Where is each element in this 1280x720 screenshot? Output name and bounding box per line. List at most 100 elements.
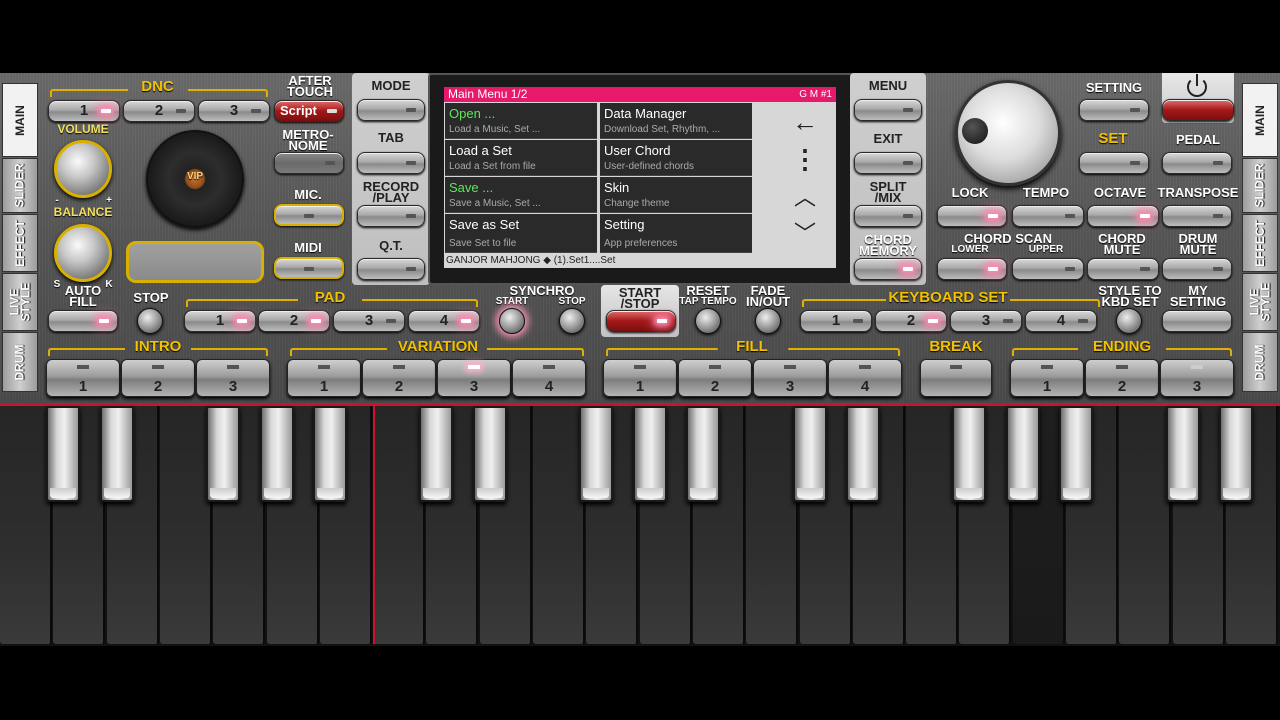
- chord-scan-lower-button[interactable]: [937, 258, 1007, 280]
- white-key[interactable]: [0, 406, 52, 644]
- black-key[interactable]: [419, 406, 453, 502]
- menu-item-open[interactable]: Open ... Load a Music, Set ...: [445, 103, 597, 139]
- exit-button[interactable]: [854, 152, 922, 174]
- style-to-kbd-set-knob[interactable]: [1116, 308, 1142, 334]
- stop-knob[interactable]: [137, 308, 163, 334]
- intro-button-2[interactable]: 2: [121, 359, 195, 397]
- chord-scan-upper-button[interactable]: [1012, 258, 1084, 280]
- lock-button[interactable]: [937, 205, 1007, 227]
- ending-button-1[interactable]: 1: [1010, 359, 1084, 397]
- black-key[interactable]: [1219, 406, 1253, 502]
- side-tab-live-style-left[interactable]: LIVE STYLE: [2, 273, 38, 331]
- keyboard-set-button-2[interactable]: 2: [875, 310, 947, 332]
- ending-button-2[interactable]: 2: [1085, 359, 1159, 397]
- black-key[interactable]: [579, 406, 613, 502]
- drum-mute-button[interactable]: [1162, 258, 1232, 280]
- white-key[interactable]: [160, 406, 212, 644]
- black-key[interactable]: [206, 406, 240, 502]
- variation-button-2[interactable]: 2: [362, 359, 436, 397]
- volume-knob[interactable]: [54, 140, 112, 198]
- white-key[interactable]: [906, 406, 958, 644]
- touch-pad-display[interactable]: [126, 241, 264, 283]
- dnc-button-1[interactable]: 1: [48, 100, 120, 122]
- keyboard-set-button-1[interactable]: 1: [800, 310, 872, 332]
- fill-button-3[interactable]: 3: [753, 359, 827, 397]
- midi-button[interactable]: [274, 257, 344, 279]
- keyboard-set-button-4[interactable]: 4: [1025, 310, 1097, 332]
- menu-item-save[interactable]: Save ... Save a Music, Set ...: [445, 177, 597, 213]
- dnc-button-3[interactable]: 3: [198, 100, 270, 122]
- black-key[interactable]: [473, 406, 507, 502]
- fill-button-2[interactable]: 2: [678, 359, 752, 397]
- ending-button-3[interactable]: 3: [1160, 359, 1234, 397]
- menu-button[interactable]: [854, 99, 922, 121]
- reset-knob[interactable]: [695, 308, 721, 334]
- split-mix-button[interactable]: [854, 205, 922, 227]
- intro-button-1[interactable]: 1: [46, 359, 120, 397]
- setting-button[interactable]: [1079, 99, 1149, 121]
- menu-item-load-set[interactable]: Load a Set Load a Set from file: [445, 140, 597, 176]
- white-key[interactable]: [746, 406, 798, 644]
- break-button[interactable]: [920, 359, 992, 397]
- after-touch-script-button[interactable]: Script: [274, 100, 344, 122]
- mic-button[interactable]: [274, 204, 344, 226]
- intro-button-3[interactable]: 3: [196, 359, 270, 397]
- variation-button-4[interactable]: 4: [512, 359, 586, 397]
- black-key[interactable]: [1166, 406, 1200, 502]
- fill-button-4[interactable]: 4: [828, 359, 902, 397]
- pad-button-2[interactable]: 2: [258, 310, 330, 332]
- black-key[interactable]: [633, 406, 667, 502]
- transpose-button[interactable]: [1162, 205, 1232, 227]
- variation-button-3[interactable]: 3: [437, 359, 511, 397]
- set-button[interactable]: [1079, 152, 1149, 174]
- tab-button[interactable]: [357, 152, 425, 174]
- white-key[interactable]: [373, 406, 425, 644]
- menu-item-save-as-set[interactable]: Save as Set Save Set to file: [445, 214, 597, 253]
- chevron-down-icon[interactable]: ﹀: [785, 217, 825, 251]
- pedal-button[interactable]: [1162, 152, 1232, 174]
- fade-knob[interactable]: [755, 308, 781, 334]
- side-tab-drum-right[interactable]: DRUM: [1242, 332, 1278, 392]
- piano-keyboard[interactable]: [0, 406, 1280, 646]
- black-key[interactable]: [686, 406, 720, 502]
- pad-button-1[interactable]: 1: [184, 310, 256, 332]
- record-play-button[interactable]: [357, 205, 425, 227]
- synchro-stop-knob[interactable]: [559, 308, 585, 334]
- metronome-button[interactable]: [274, 152, 344, 174]
- menu-item-skin[interactable]: Skin Change theme: [600, 177, 752, 213]
- black-key[interactable]: [260, 406, 294, 502]
- side-tab-slider-left[interactable]: SLIDER: [2, 158, 38, 213]
- side-tab-live-style-right[interactable]: LIVE STYLE: [1242, 273, 1278, 331]
- fill-button-1[interactable]: 1: [603, 359, 677, 397]
- keyboard-set-button-3[interactable]: 3: [950, 310, 1022, 332]
- side-tab-effect-right[interactable]: EFFECT: [1242, 214, 1278, 272]
- dnc-button-2[interactable]: 2: [123, 100, 195, 122]
- chord-memory-button[interactable]: [854, 258, 922, 280]
- tempo-button[interactable]: [1012, 205, 1084, 227]
- mode-button[interactable]: [357, 99, 425, 121]
- balance-knob[interactable]: [54, 224, 112, 282]
- white-key[interactable]: [1119, 406, 1171, 644]
- my-setting-button[interactable]: [1162, 310, 1232, 332]
- power-button[interactable]: [1162, 99, 1234, 121]
- side-tab-drum-left[interactable]: DRUM: [2, 332, 38, 392]
- side-tab-effect-left[interactable]: EFFECT: [2, 214, 38, 272]
- synchro-start-knob[interactable]: [499, 308, 525, 334]
- pad-button-3[interactable]: 3: [333, 310, 405, 332]
- chevron-up-icon[interactable]: ︿: [785, 181, 825, 215]
- octave-button[interactable]: [1087, 205, 1159, 227]
- qt-button[interactable]: [357, 258, 425, 280]
- black-key[interactable]: [793, 406, 827, 502]
- black-key[interactable]: [313, 406, 347, 502]
- side-tab-main-left[interactable]: MAIN: [2, 83, 38, 157]
- more-vertical-icon[interactable]: ⋮: [785, 142, 825, 176]
- black-key[interactable]: [46, 406, 80, 502]
- black-key[interactable]: [1006, 406, 1040, 502]
- side-tab-main-right[interactable]: MAIN: [1242, 83, 1278, 157]
- black-key[interactable]: [952, 406, 986, 502]
- menu-item-data-manager[interactable]: Data Manager Download Set, Rhythm, ...: [600, 103, 752, 139]
- black-key[interactable]: [846, 406, 880, 502]
- auto-fill-button[interactable]: [48, 310, 118, 332]
- side-tab-slider-right[interactable]: SLIDER: [1242, 158, 1278, 213]
- start-stop-button[interactable]: [606, 310, 676, 332]
